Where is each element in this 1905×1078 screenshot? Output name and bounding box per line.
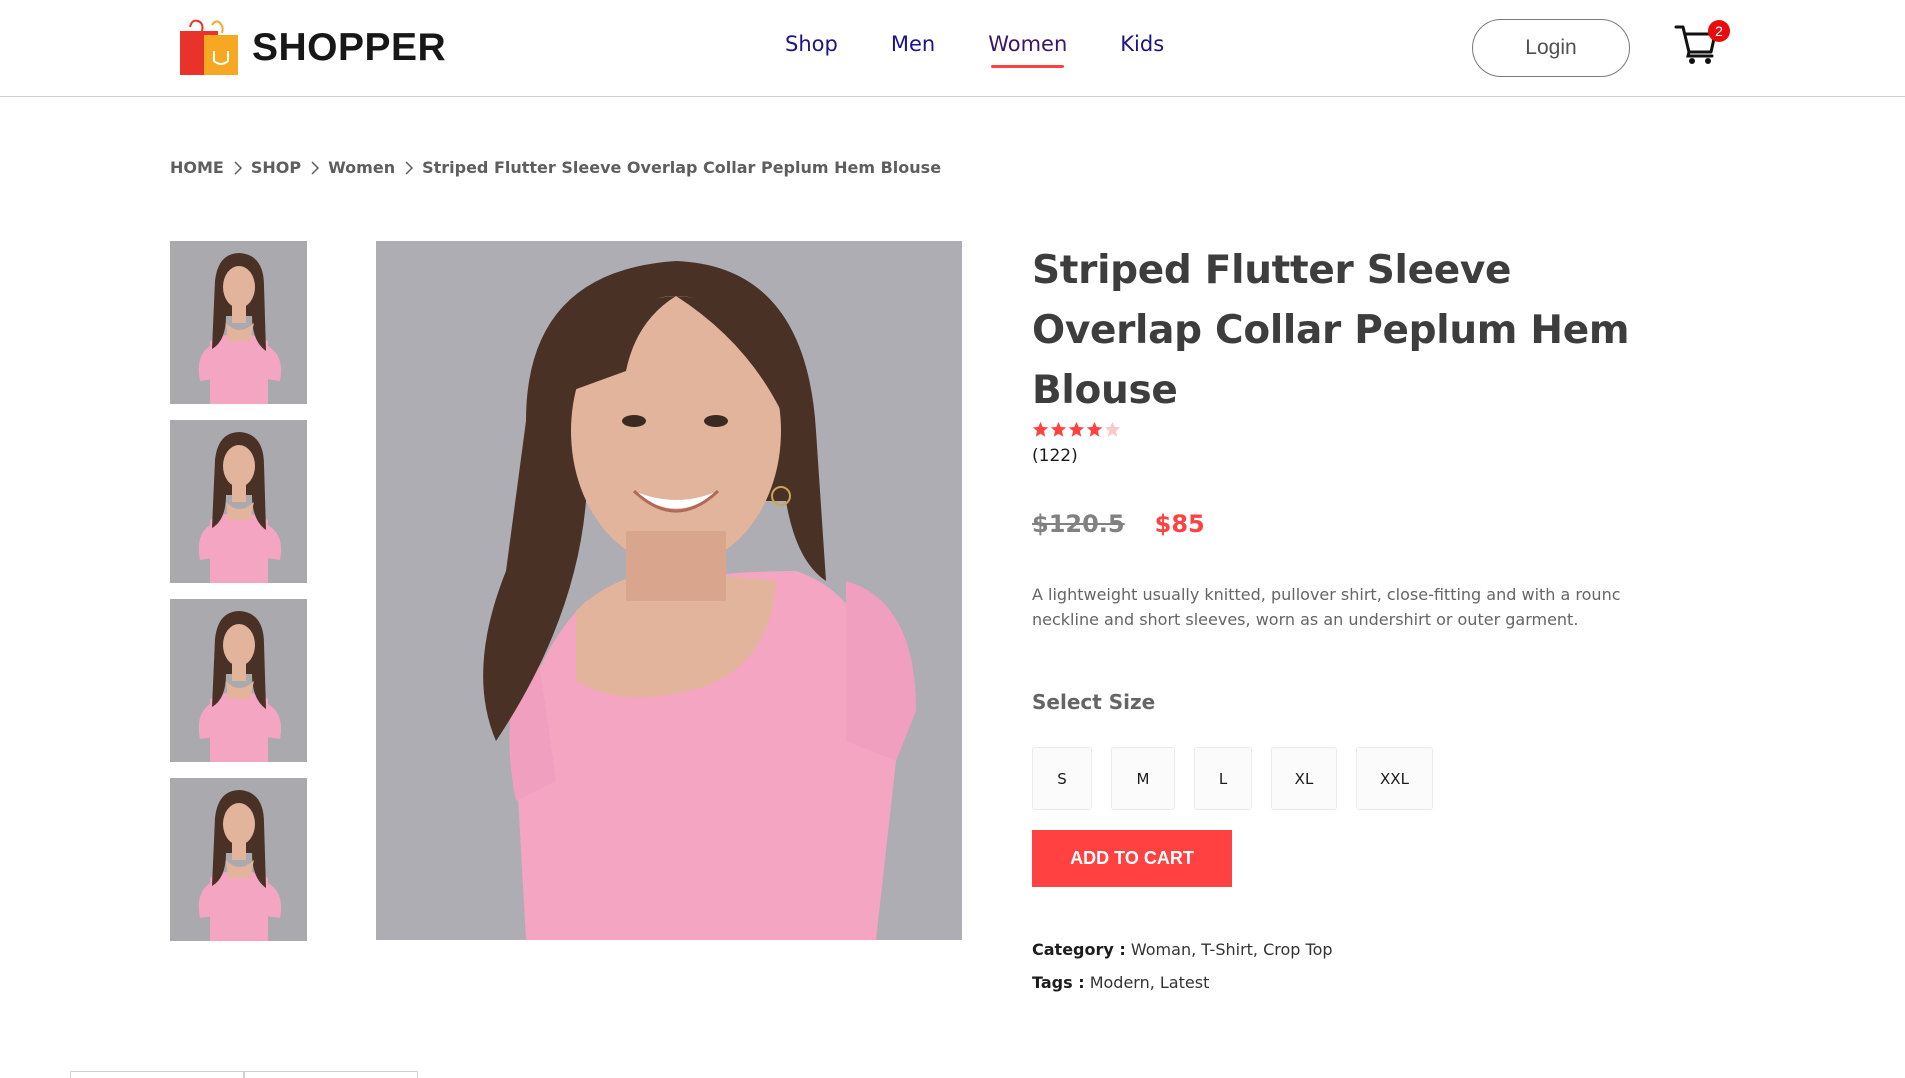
tags-value: Modern, Latest [1089,973,1210,992]
rating-stars [1032,421,1692,441]
product-description: A lightweight usually knitted, pullover … [1032,585,1621,629]
size-option-xl[interactable]: XL [1271,747,1337,810]
nav-item-shop[interactable]: Shop [785,32,838,56]
add-to-cart-button[interactable]: ADD TO CART [1032,830,1232,887]
product-thumbnail[interactable] [170,599,307,762]
thumbnail-list [170,241,307,941]
size-option-m[interactable]: M [1111,747,1175,810]
nav-item-women-label: Women [988,32,1068,56]
main-nav: Shop Men Women Kids [785,32,1217,68]
breadcrumb-product: Striped Flutter Sleeve Overlap Collar Pe… [422,158,942,177]
tab-reviews[interactable] [244,1071,418,1078]
product-meta: Category : Woman, T-Shirt, Crop Top Tags… [1032,940,1692,992]
brand-name: SHOPPER [252,26,447,69]
cart-button[interactable]: 2 [1674,20,1730,70]
size-option-xxl[interactable]: XXL [1356,747,1433,810]
product-thumbnail[interactable] [170,241,307,404]
tab-description[interactable] [70,1071,244,1078]
product-thumbnail[interactable] [170,778,307,941]
chevron-right-icon [233,160,243,176]
review-count: (122) [1032,446,1078,466]
breadcrumb-home[interactable]: HOME [170,158,224,177]
product-info: Striped Flutter Sleeve Overlap Collar Pe… [1032,241,1692,1006]
star-filled-icon [1086,421,1103,437]
shopping-bag-icon [178,19,240,77]
new-price: $85 [1154,510,1205,538]
nav-item-women[interactable]: Women [988,32,1068,68]
cart-count-badge: 2 [1708,20,1730,42]
star-empty-icon [1104,421,1121,437]
chevron-right-icon [310,160,320,176]
product-thumbnail[interactable] [170,420,307,583]
category-row: Category : Woman, T-Shirt, Crop Top [1032,940,1692,959]
old-price: $120.5 [1032,510,1125,538]
size-selector: S M L XL XXL [1032,747,1692,810]
size-option-l[interactable]: L [1194,747,1252,810]
chevron-right-icon [404,160,414,176]
login-button[interactable]: Login [1472,19,1630,77]
nav-item-kids[interactable]: Kids [1120,32,1164,56]
navbar: SHOPPER Shop Men Women Kids Login 2 [0,0,1905,97]
description-tabs [70,1071,418,1078]
tags-row: Tags : Modern, Latest [1032,973,1692,992]
breadcrumb: HOME SHOP Women Striped Flutter Sleeve O… [170,158,941,177]
nav-item-men[interactable]: Men [891,32,935,56]
category-label: Category : [1032,940,1126,959]
main-product-image [376,241,962,940]
size-option-s[interactable]: S [1032,747,1092,810]
size-title: Select Size [1032,690,1156,714]
breadcrumb-shop[interactable]: SHOP [251,158,301,177]
breadcrumb-category[interactable]: Women [328,158,395,177]
active-nav-indicator [991,65,1065,68]
star-filled-icon [1068,421,1085,437]
brand-logo[interactable]: SHOPPER [178,19,446,77]
product-title: Striped Flutter Sleeve Overlap Collar Pe… [1032,248,1630,413]
tags-label: Tags : [1032,973,1085,992]
category-value: Woman, T-Shirt, Crop Top [1130,940,1333,959]
star-filled-icon [1032,421,1049,437]
star-filled-icon [1050,421,1067,437]
price-block: $120.5 $85 [1032,510,1692,538]
